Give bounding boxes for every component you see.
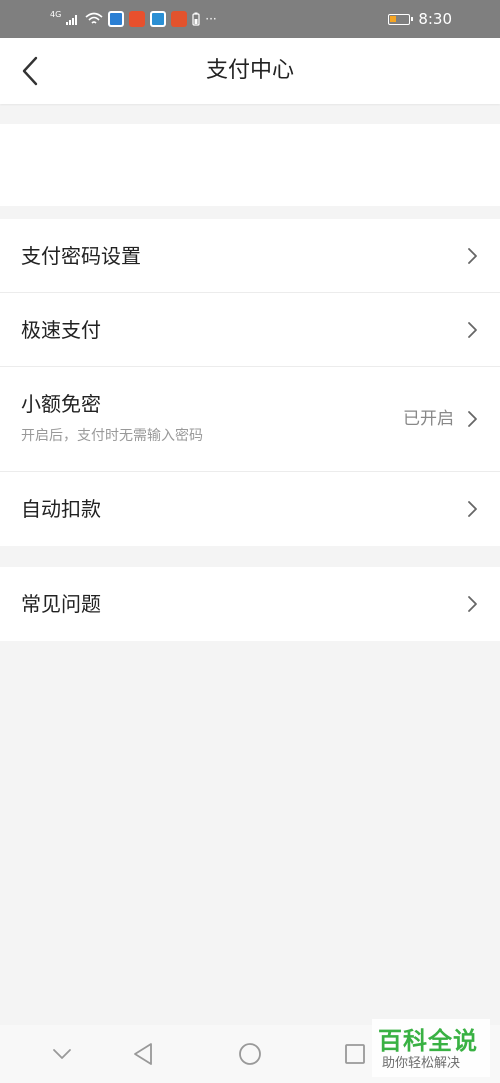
status-value: 已开启	[403, 409, 454, 429]
signal-icon	[66, 15, 78, 25]
status-bar: 4G ··· 8:30	[0, 0, 500, 38]
weibo-notification-icon	[129, 11, 146, 27]
menu-item-label: 常见问题	[21, 592, 101, 616]
status-right: 8:30	[388, 9, 452, 29]
recents-square-icon	[345, 1044, 365, 1064]
blank-card	[0, 124, 500, 206]
menu-item-quick-pay[interactable]: 极速支付	[0, 293, 500, 367]
chevron-right-icon	[468, 321, 477, 338]
chevron-right-icon	[468, 596, 477, 612]
watermark-subtitle: 助你轻松解决	[382, 1056, 461, 1071]
menu-item-payment-password[interactable]: 支付密码设置	[0, 219, 500, 293]
system-home-button[interactable]	[235, 1039, 265, 1069]
status-left: 4G ···	[50, 9, 217, 29]
wifi-icon	[85, 12, 103, 24]
app-notification-icon-1	[108, 11, 125, 27]
hide-nav-button[interactable]	[47, 1039, 77, 1069]
menu-item-subtitle: 开启后，支付时无需输入密码	[21, 428, 203, 444]
menu-item-label: 支付密码设置	[21, 244, 141, 268]
watermark-logo: 百科全说 助你轻松解决	[372, 1019, 490, 1077]
menu-item-auto-deduction[interactable]: 自动扣款	[0, 472, 500, 546]
battery-icon	[388, 13, 414, 25]
header: 支付中心	[0, 38, 500, 104]
menu-item-small-amount-password-free[interactable]: 小额免密 开启后，支付时无需输入密码 已开启	[0, 367, 500, 472]
menu-item-label: 小额免密	[21, 392, 101, 416]
more-notifications-indicator: ···	[205, 12, 217, 26]
app-notification-icon-3	[150, 11, 167, 27]
taobao-notification-icon	[171, 11, 188, 27]
battery-saver-icon	[192, 12, 200, 26]
chevron-down-icon	[53, 1049, 71, 1059]
menu-item-faq[interactable]: 常见问题	[0, 567, 500, 641]
system-recents-button[interactable]	[340, 1039, 370, 1069]
network-type-label: 4G	[50, 10, 62, 19]
menu-item-label: 极速支付	[21, 318, 101, 342]
home-circle-icon	[239, 1043, 261, 1065]
system-back-button[interactable]	[128, 1039, 158, 1069]
chevron-right-icon	[468, 411, 477, 427]
menu-group-help: 常见问题	[0, 567, 500, 641]
menu-group-payment: 支付密码设置 极速支付 小额免密 开启后，支付时无需输入密码 已开启 自动扣款	[0, 219, 500, 546]
status-time: 8:30	[418, 10, 452, 28]
menu-item-label: 自动扣款	[21, 497, 101, 521]
page-title: 支付中心	[205, 58, 294, 83]
chevron-right-icon	[468, 247, 477, 264]
chevron-right-icon	[468, 501, 477, 517]
back-triangle-icon	[134, 1043, 152, 1065]
watermark-title: 百科全说	[378, 1027, 478, 1055]
